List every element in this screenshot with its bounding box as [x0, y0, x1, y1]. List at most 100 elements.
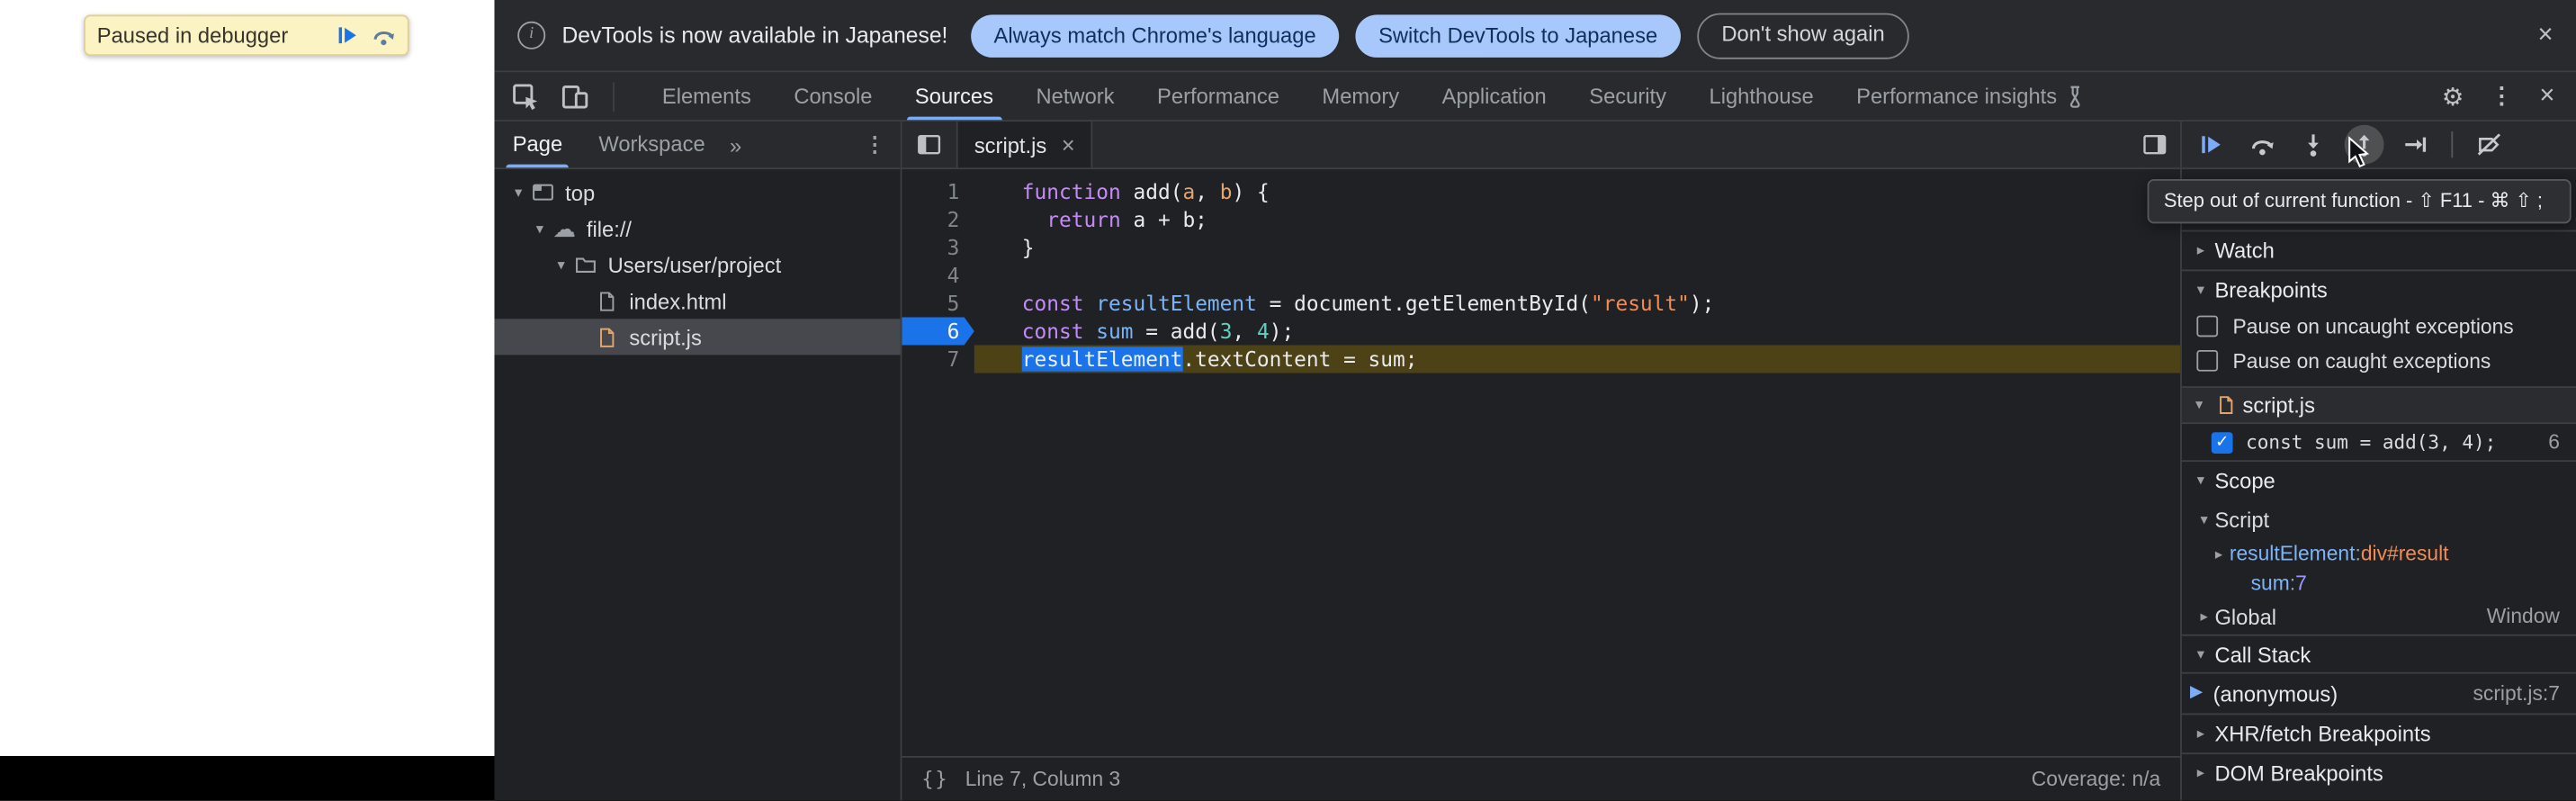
- tab-performance[interactable]: Performance: [1135, 72, 1300, 120]
- step-icon[interactable]: [2395, 125, 2435, 165]
- line-number-5[interactable]: 5: [902, 289, 974, 317]
- tab-elements[interactable]: Elements: [641, 72, 772, 120]
- tabbar-lead: [495, 81, 632, 111]
- scope-label: Scope: [2214, 468, 2275, 492]
- code-line-3[interactable]: 3 }: [902, 233, 2180, 261]
- info-icon: i: [517, 22, 545, 50]
- folder-icon: [571, 253, 599, 276]
- inspect-element-icon[interactable]: [511, 81, 541, 111]
- device-toolbar-icon[interactable]: [561, 81, 590, 111]
- js-file-icon: [2216, 394, 2236, 416]
- always-match-language-button[interactable]: Always match Chrome's language: [971, 14, 1339, 57]
- line-number-4[interactable]: 4: [902, 261, 974, 289]
- breakpoint-entry-row[interactable]: ✓ const sum = add(3, 4); 6: [2182, 424, 2576, 460]
- tab-sources[interactable]: Sources: [893, 72, 1015, 120]
- breakpoint-file-group-header[interactable]: ▾ script.js: [2182, 386, 2576, 424]
- code-line-4[interactable]: 4: [902, 261, 2180, 289]
- tree-item-project-folder[interactable]: ▾ Users/user/project: [495, 247, 901, 283]
- scope-section-header[interactable]: ▾ Scope: [2182, 460, 2576, 500]
- tab-memory[interactable]: Memory: [1301, 72, 1421, 120]
- toggle-navigator-panel-icon[interactable]: [915, 131, 943, 158]
- toggle-debugger-panel-icon[interactable]: [2141, 131, 2168, 158]
- tree-item-script-js[interactable]: script.js: [495, 319, 901, 355]
- tree-label: Users/user/project: [608, 252, 782, 276]
- breakpoint-line-number-6[interactable]: 6: [902, 317, 974, 345]
- scope-var-sum[interactable]: sum: 7: [2182, 569, 2576, 598]
- tree-item-index-html[interactable]: index.html: [495, 283, 901, 319]
- editor-statusbar: {} Line 7, Column 3 Coverage: n/a: [902, 756, 2180, 800]
- editor-tab-script-js[interactable]: script.js ×: [956, 122, 1093, 167]
- code-line-5[interactable]: 5 const resultElement = document.getElem…: [902, 289, 2180, 317]
- expand-arrow-icon[interactable]: ▾: [2190, 645, 2212, 663]
- more-options-kebab-icon[interactable]: ⋮: [2491, 82, 2514, 110]
- collapse-arrow-icon[interactable]: ▸: [2190, 241, 2212, 259]
- call-stack-frame-row[interactable]: ▶ (anonymous) script.js:7: [2182, 674, 2576, 714]
- switch-to-japanese-button[interactable]: Switch DevTools to Japanese: [1356, 14, 1681, 57]
- navigator-tab-workspace[interactable]: Workspace: [580, 122, 723, 167]
- collapse-arrow-icon[interactable]: ▸: [2190, 724, 2212, 742]
- collapse-arrow-icon[interactable]: ▸: [2190, 764, 2212, 782]
- var-value: 7: [2295, 572, 2307, 595]
- tab-performance-insights[interactable]: Performance insights: [1835, 72, 2106, 120]
- code-view[interactable]: 1 function add(a, b) { 2 return a + b; 3…: [902, 171, 2180, 756]
- pause-on-caught-row[interactable]: Pause on caught exceptions: [2182, 344, 2576, 378]
- tab-network[interactable]: Network: [1015, 72, 1136, 120]
- expand-arrow-icon[interactable]: ▾: [2190, 472, 2212, 490]
- tree-item-file-origin[interactable]: ▾ ☁ file://: [495, 211, 901, 247]
- js-file-icon: [593, 325, 621, 349]
- devtools-close-icon[interactable]: ×: [2539, 81, 2554, 111]
- pretty-print-icon[interactable]: {}: [921, 768, 948, 791]
- more-tabs-icon[interactable]: »: [730, 132, 741, 157]
- code-line-1[interactable]: 1 function add(a, b) {: [902, 177, 2180, 205]
- deactivate-breakpoints-icon[interactable]: [2469, 125, 2509, 165]
- expand-arrow-icon[interactable]: ▾: [507, 184, 529, 202]
- step-into-icon[interactable]: [2293, 125, 2333, 165]
- breakpoint-group-filename: script.js: [2242, 392, 2314, 417]
- tab-close-icon[interactable]: ×: [1062, 131, 1075, 158]
- expand-arrow-icon[interactable]: ▾: [2194, 510, 2215, 528]
- infobar-close-icon[interactable]: ×: [2538, 22, 2554, 49]
- pause-uncaught-checkbox[interactable]: [2196, 316, 2218, 338]
- resume-script-execution-icon[interactable]: [2192, 125, 2231, 165]
- breakpoint-checkbox[interactable]: ✓: [2212, 431, 2233, 453]
- scope-script-group[interactable]: ▾ Script: [2182, 500, 2576, 539]
- line-number-3[interactable]: 3: [902, 233, 974, 261]
- call-stack-section-header[interactable]: ▾ Call Stack: [2182, 634, 2576, 674]
- scope-var-resultelement[interactable]: ▸ resultElement: div#result: [2182, 539, 2576, 569]
- expand-arrow-icon[interactable]: ▾: [529, 220, 551, 238]
- line-number-1[interactable]: 1: [902, 177, 974, 205]
- step-over-icon[interactable]: [2242, 125, 2282, 165]
- code-line-2[interactable]: 2 return a + b;: [902, 205, 2180, 233]
- dom-breakpoints-section-header[interactable]: ▸ DOM Breakpoints: [2182, 752, 2576, 792]
- pause-uncaught-label: Pause on uncaught exceptions: [2233, 315, 2514, 338]
- step-over-icon[interactable]: [372, 23, 396, 48]
- watch-section-header[interactable]: ▸ Watch: [2182, 230, 2576, 270]
- tree-item-top[interactable]: ▾ top: [495, 175, 901, 211]
- tab-security[interactable]: Security: [1568, 72, 1688, 120]
- pause-on-uncaught-row[interactable]: Pause on uncaught exceptions: [2182, 309, 2576, 343]
- line-number-7[interactable]: 7: [902, 345, 974, 373]
- line-number-2[interactable]: 2: [902, 205, 974, 233]
- settings-gear-icon[interactable]: ⚙: [2442, 81, 2464, 111]
- cursor-position-status: Line 7, Column 3: [965, 768, 1121, 791]
- code-line-6[interactable]: 6 const sum = add(3, 4);: [902, 317, 2180, 345]
- xhr-breakpoints-section-header[interactable]: ▸ XHR/fetch Breakpoints: [2182, 713, 2576, 752]
- scope-global-group[interactable]: ▸ Global Window: [2182, 598, 2576, 634]
- navigator-kebab-icon[interactable]: ⋮: [864, 131, 900, 158]
- breakpoint-line-number: 6: [2548, 430, 2576, 454]
- breakpoints-section-header[interactable]: ▾ Breakpoints: [2182, 269, 2576, 309]
- expand-arrow-icon[interactable]: ▾: [2188, 396, 2210, 414]
- tab-lighthouse[interactable]: Lighthouse: [1688, 72, 1836, 120]
- tab-console[interactable]: Console: [773, 72, 894, 120]
- dont-show-again-button[interactable]: Don't show again: [1697, 13, 1909, 58]
- navigator-tab-page[interactable]: Page: [495, 122, 581, 167]
- code-line-7-execution[interactable]: 7 resultElement.textContent = sum;: [902, 345, 2180, 373]
- collapse-arrow-icon[interactable]: ▸: [2194, 608, 2215, 626]
- pause-caught-checkbox[interactable]: [2196, 350, 2218, 372]
- collapse-arrow-icon[interactable]: ▸: [2208, 544, 2230, 562]
- resume-script-icon[interactable]: [336, 23, 360, 48]
- tree-label: top: [565, 180, 595, 204]
- expand-arrow-icon[interactable]: ▾: [551, 256, 572, 274]
- tab-application[interactable]: Application: [1421, 72, 1568, 120]
- expand-arrow-icon[interactable]: ▾: [2190, 281, 2212, 299]
